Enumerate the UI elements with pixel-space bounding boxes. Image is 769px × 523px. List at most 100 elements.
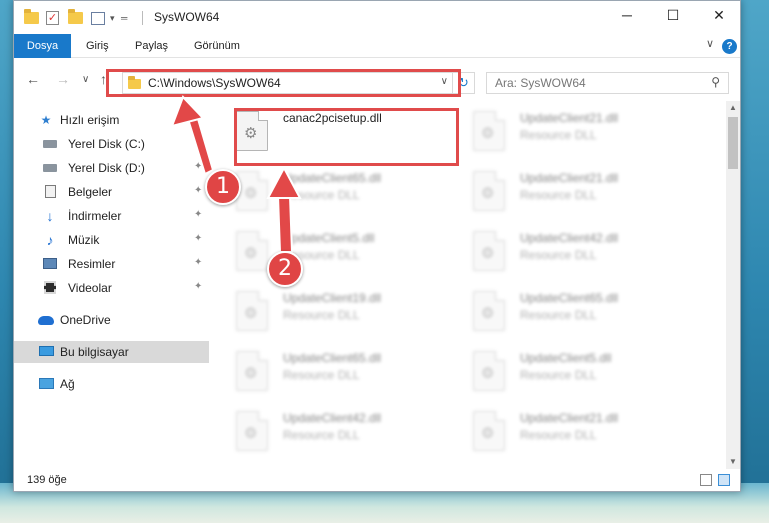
ribbon-collapse-icon[interactable]: ∨ — [706, 37, 714, 50]
search-input[interactable]: Ara: SysWOW64 ⚲ — [486, 72, 729, 94]
file-name: UpdateClient21.dll — [520, 111, 619, 125]
pin-icon[interactable]: ✦ — [194, 137, 202, 148]
address-path: C:\Windows\SysWOW64 — [148, 76, 281, 90]
nav-item-downloads[interactable]: ↓ İndirmeler ✦ — [14, 205, 209, 227]
address-dropdown-icon[interactable]: ∨ — [441, 76, 448, 87]
pin-icon[interactable]: ✦ — [194, 257, 202, 268]
file-name: UpdateClient42.dll — [283, 411, 382, 425]
file-item[interactable]: ⚙ UpdateClient65.dll Resource DLL — [214, 341, 444, 401]
file-item-canac2pcisetup[interactable]: ⚙ canac2pcisetup.dll — [214, 101, 444, 161]
vertical-scrollbar[interactable]: ▲ ▼ — [726, 101, 740, 469]
item-count: 139 öğe — [27, 474, 67, 486]
details-view-button[interactable] — [700, 474, 712, 486]
file-name: UpdateClient5.dll — [520, 351, 612, 365]
file-type: Resource DLL — [520, 428, 597, 442]
up-button[interactable]: ↑ — [100, 71, 107, 87]
properties-quick-button[interactable]: ✓ — [46, 9, 59, 27]
scroll-thumb[interactable] — [728, 117, 738, 169]
nav-item-network[interactable]: Ağ — [14, 373, 209, 395]
minimize-button[interactable]: ─ — [604, 1, 650, 29]
nav-item-label: Ağ — [60, 377, 75, 391]
file-item[interactable]: ⚙ UpdateClient42.dll Resource DLL — [214, 401, 444, 461]
tab-file[interactable]: Dosya — [14, 34, 71, 58]
nav-item-label: Hızlı erişim — [60, 113, 120, 127]
file-item[interactable]: ⚙ UpdateClient19.dll Resource DLL — [214, 281, 444, 341]
recent-locations-button[interactable]: ∨ — [82, 74, 89, 85]
file-type: Resource DLL — [520, 248, 597, 262]
nav-item-label: Yerel Disk (C:) — [68, 137, 145, 151]
file-item[interactable]: ⚙ UpdateClient5.dll Resource DLL — [214, 221, 444, 281]
dll-file-icon: ⚙ — [236, 411, 268, 451]
nav-item-music[interactable]: ♪ Müzik ✦ — [14, 229, 209, 251]
file-item[interactable]: ⚙ UpdateClient65.dll Resource DLL — [451, 281, 681, 341]
tab-share[interactable]: Paylaş — [123, 34, 180, 58]
download-icon: ↓ — [46, 208, 54, 224]
status-bar: 139 öğe — [14, 469, 740, 491]
scroll-down-icon[interactable]: ▼ — [726, 455, 740, 469]
file-name: UpdateClient21.dll — [520, 411, 619, 425]
file-type: Resource DLL — [520, 308, 597, 322]
explorer-window: ✓ ▾ ═ SysWOW64 ─ ☐ ✕ Dosya Giriş Paylaş … — [13, 0, 741, 492]
nav-item-label: OneDrive — [60, 313, 111, 327]
customize-quick-access-icon[interactable]: ▾ — [110, 9, 115, 27]
title-bar: ✓ ▾ ═ SysWOW64 ─ ☐ ✕ — [14, 1, 740, 34]
large-icons-view-button[interactable] — [718, 474, 730, 486]
maximize-button[interactable]: ☐ — [650, 1, 696, 29]
nav-item-label: Resimler — [68, 257, 116, 271]
folder-icon — [24, 9, 39, 27]
file-item[interactable]: ⚙ UpdateClient21.dll Resource DLL — [451, 161, 681, 221]
network-icon — [38, 377, 54, 391]
dll-file-icon: ⚙ — [236, 351, 268, 391]
dll-file-icon: ⚙ — [473, 291, 505, 331]
file-item[interactable]: ⚙ UpdateClient65.dll Resource DLL — [214, 161, 444, 221]
nav-item-local-disk-d[interactable]: Yerel Disk (D:) ✦ — [14, 157, 209, 179]
back-button[interactable]: ← — [26, 71, 40, 87]
scroll-up-icon[interactable]: ▲ — [726, 101, 740, 115]
nav-item-pictures[interactable]: Resimler ✦ — [14, 253, 209, 275]
nav-item-local-disk-c[interactable]: Yerel Disk (C:) ✦ — [14, 133, 209, 155]
address-bar[interactable]: C:\Windows\SysWOW64 ∨ ↻ — [122, 72, 475, 94]
nav-item-label: Müzik — [68, 233, 100, 247]
refresh-button[interactable]: ↻ — [452, 73, 474, 93]
nav-item-label: Yerel Disk (D:) — [68, 161, 145, 175]
nav-item-documents[interactable]: Belgeler ✦ — [14, 181, 209, 203]
nav-item-videos[interactable]: Videolar ✦ — [14, 277, 209, 299]
nav-item-onedrive[interactable]: OneDrive — [14, 309, 209, 331]
new-folder-quick-button[interactable] — [68, 9, 83, 27]
pin-icon[interactable]: ✦ — [194, 185, 202, 196]
videos-icon — [42, 281, 58, 295]
file-item[interactable]: ⚙ UpdateClient42.dll Resource DLL — [451, 221, 681, 281]
pin-icon[interactable]: ✦ — [194, 209, 202, 220]
file-name: UpdateClient65.dll — [283, 351, 382, 365]
file-item[interactable]: ⚙ UpdateClient5.dll Resource DLL — [451, 341, 681, 401]
onedrive-icon — [38, 313, 54, 327]
nav-item-this-pc[interactable]: Bu bilgisayar — [14, 341, 209, 363]
search-icon: ⚲ — [711, 75, 720, 89]
documents-icon — [42, 185, 58, 199]
pin-icon[interactable]: ✦ — [194, 281, 202, 292]
file-item[interactable]: ⚙ UpdateClient21.dll Resource DLL — [451, 401, 681, 461]
tab-view[interactable]: Görünüm — [182, 34, 252, 58]
dll-file-icon: ⚙ — [236, 111, 268, 151]
dll-file-icon: ⚙ — [473, 411, 505, 451]
forward-button[interactable]: → — [56, 71, 70, 87]
pin-icon[interactable]: ✦ — [194, 233, 202, 244]
computer-icon — [38, 345, 54, 359]
qat-dropdown-icon[interactable]: ═ — [121, 9, 127, 27]
nav-item-label: Bu bilgisayar — [60, 345, 129, 359]
pin-icon[interactable]: ✦ — [194, 161, 202, 172]
nav-item-quick-access[interactable]: ★ Hızlı erişim — [14, 109, 209, 131]
tab-home[interactable]: Giriş — [74, 34, 121, 58]
drive-icon — [42, 137, 58, 151]
dll-file-icon: ⚙ — [473, 351, 505, 391]
file-type: Resource DLL — [283, 428, 360, 442]
close-button[interactable]: ✕ — [696, 1, 742, 29]
file-name: UpdateClient65.dll — [520, 291, 619, 305]
navigation-bar: ← → ∨ ↑ C:\Windows\SysWOW64 ∨ ↻ Ara: Sys… — [14, 59, 740, 97]
file-item[interactable]: ⚙ UpdateClient21.dll Resource DLL — [451, 101, 681, 161]
file-type: Resource DLL — [283, 308, 360, 322]
view-quick-button[interactable] — [91, 9, 105, 27]
help-icon[interactable]: ? — [722, 39, 737, 54]
file-name: UpdateClient65.dll — [283, 171, 382, 185]
address-folder-icon — [128, 76, 141, 92]
